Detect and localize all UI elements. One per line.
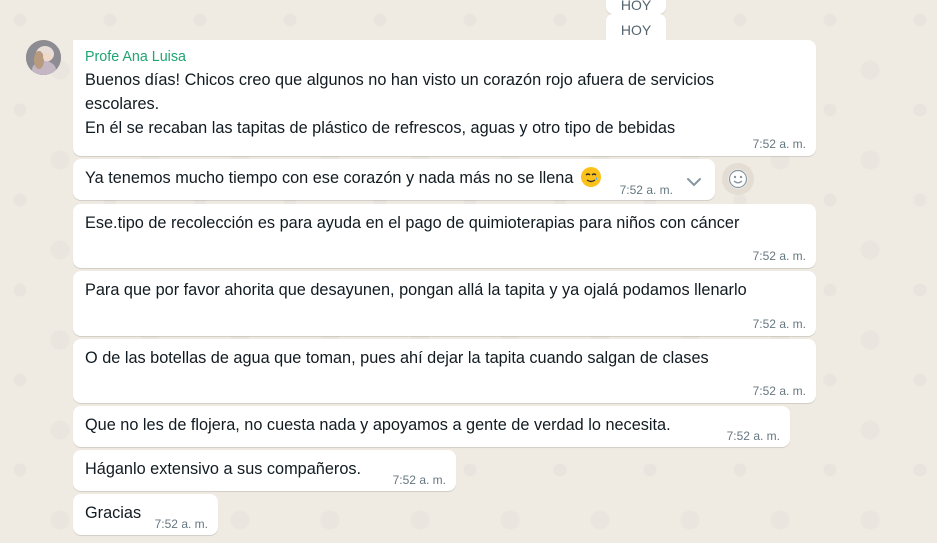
date-chip-scrolling: HOY <box>606 0 666 14</box>
message-time: 7:52 a. m. <box>619 183 673 197</box>
message-bubble[interactable]: Ese.tipo de recolección es para ayuda en… <box>73 204 816 268</box>
avatar-image <box>26 40 61 75</box>
chevron-down-icon[interactable] <box>683 171 705 193</box>
message-text: Háganlo extensivo a sus compañeros. <box>85 460 362 478</box>
message-bubble[interactable]: Que no les de flojera, no cuesta nada y … <box>73 406 790 447</box>
message-text: Que no les de flojera, no cuesta nada y … <box>85 416 671 434</box>
emoji-reaction-icon <box>728 169 748 189</box>
message-text: Ese.tipo de recolección es para ayuda en… <box>85 214 740 232</box>
message-line: escolares. <box>85 95 160 113</box>
message-bubble[interactable]: Para que por favor ahorita que desayunen… <box>73 271 816 336</box>
message-time: 7:52 a. m. <box>392 473 446 487</box>
sender-name[interactable]: Profe Ana Luisa <box>85 46 805 68</box>
message-bubble[interactable]: Háganlo extensivo a sus compañeros. 7:52… <box>73 450 456 491</box>
message-time: 7:52 a. m. <box>752 137 806 151</box>
message-time: 7:52 a. m. <box>752 384 806 398</box>
message-text: O de las botellas de agua que toman, pue… <box>85 349 709 367</box>
message-bubble[interactable]: O de las botellas de agua que toman, pue… <box>73 339 816 403</box>
message-time: 7:52 a. m. <box>752 317 806 331</box>
message-bubble[interactable]: Ya tenemos mucho tiempo con ese corazón … <box>73 159 715 200</box>
smiling-face-with-tear-icon <box>580 167 601 187</box>
message-text: Ya tenemos mucho tiempo con ese corazón … <box>85 169 574 187</box>
message-line: En él se recaban las tapitas de plástico… <box>85 119 676 137</box>
message-bubble[interactable]: Profe Ana Luisa Buenos días! Chicos creo… <box>73 40 816 156</box>
message-time: 7:52 a. m. <box>154 517 208 531</box>
message-text: Para que por favor ahorita que desayunen… <box>85 281 747 299</box>
react-button[interactable] <box>722 163 754 195</box>
message-text: Buenos días! Chicos creo que algunos no … <box>85 68 805 140</box>
message-line: Buenos días! Chicos creo que algunos no … <box>85 71 715 89</box>
message-bubble[interactable]: Gracias 7:52 a. m. <box>73 494 218 535</box>
message-text: Gracias <box>85 504 142 522</box>
message-time: 7:52 a. m. <box>726 429 780 443</box>
sender-avatar[interactable] <box>26 40 61 75</box>
message-time: 7:52 a. m. <box>752 249 806 263</box>
